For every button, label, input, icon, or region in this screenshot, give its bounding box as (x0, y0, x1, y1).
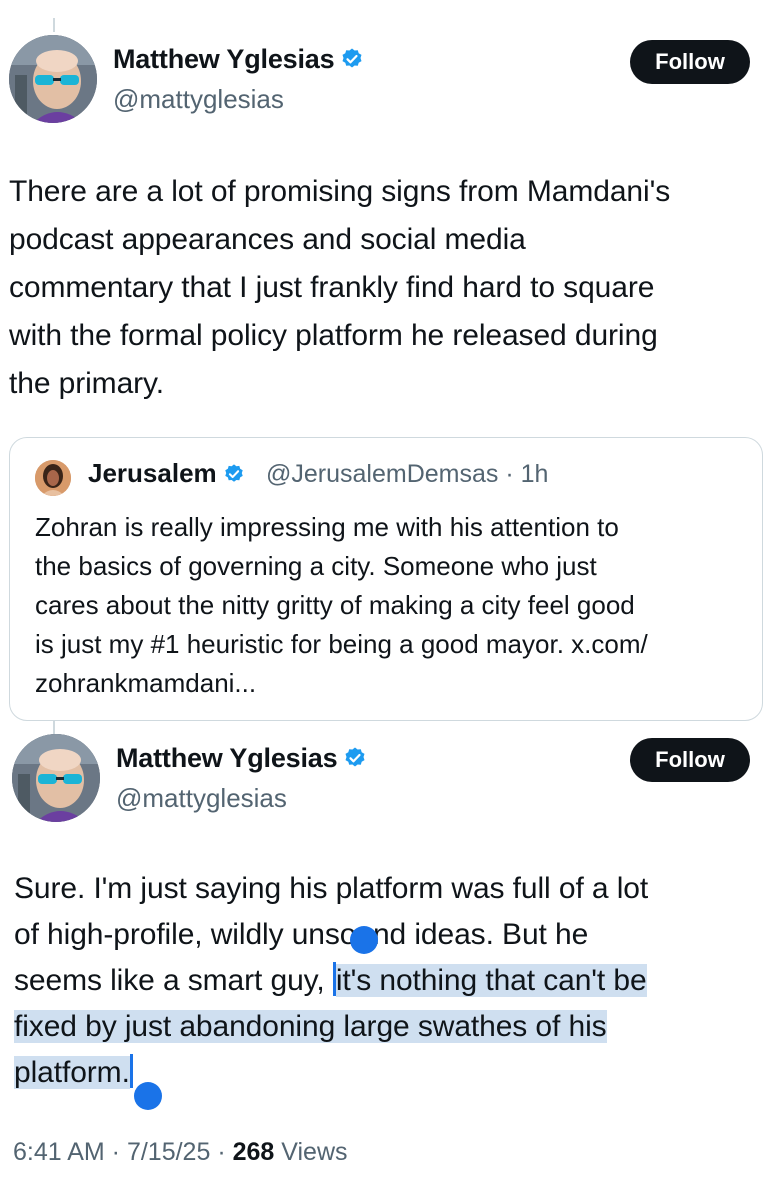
tweet-text-line: with the formal policy platform he relea… (9, 319, 658, 352)
tweet-text-line: commentary that I just frankly find hard… (9, 271, 655, 304)
unselected-text: seems like a smart guy, (14, 964, 333, 997)
quote-text-line: the basics of governing a city. Someone … (35, 551, 597, 581)
tweet-time[interactable]: 6:41 AM (13, 1138, 105, 1166)
tweet-text-line: of high-profile, wildly unsound ideas. B… (14, 918, 589, 951)
quote-author-handle: @JerusalemDemsas · 1h (266, 460, 548, 489)
quote-time: 1h (520, 460, 549, 488)
quote-text-line: cares about the nitty gritty of making a… (35, 590, 635, 620)
selection-start-handle[interactable] (350, 926, 378, 954)
tweet-date[interactable]: 7/15/25 (127, 1138, 210, 1166)
tweet-text-line: Sure. I'm just saying his platform was f… (14, 872, 649, 905)
selection-end-handle[interactable] (134, 1082, 162, 1110)
selected-text: fixed by just abandoning large swathes o… (14, 1010, 607, 1043)
tweet-text-line: the primary. (9, 367, 164, 400)
author-name-text[interactable]: Matthew Yglesias (113, 44, 335, 74)
follow-button[interactable]: Follow (630, 40, 750, 84)
meta-separator: · (210, 1138, 233, 1166)
quote-separator: · (505, 460, 514, 488)
views-count: 268 (232, 1138, 275, 1166)
quote-text-line: zohrankmamdani... (35, 668, 257, 698)
quote-text-line: is just my #1 heuristic for being a good… (35, 629, 648, 659)
quote-author-name: Jerusalem (88, 458, 245, 492)
selection-end-caret[interactable] (129, 1054, 133, 1088)
author-name[interactable]: Matthew Yglesias (113, 44, 364, 78)
verified-badge-icon (343, 746, 367, 777)
thread-line-top (53, 18, 55, 32)
thread-line-middle (53, 721, 55, 735)
tweet-text-line: platform. (14, 1050, 754, 1096)
quote-text: Zohran is really impressing me with his … (35, 508, 745, 703)
quote-avatar (35, 460, 71, 496)
avatar[interactable] (9, 35, 97, 123)
quote-text-line: Zohran is really impressing me with his … (35, 512, 619, 542)
author-name[interactable]: Matthew Yglesias (116, 743, 367, 777)
meta-separator: · (104, 1138, 127, 1166)
verified-badge-icon (340, 47, 364, 78)
tweet-text-line: There are a lot of promising signs from … (9, 175, 671, 208)
avatar[interactable] (12, 734, 100, 822)
verified-badge-icon (223, 461, 245, 492)
tweet-text[interactable]: Sure. I'm just saying his platform was f… (14, 866, 754, 1096)
follow-button[interactable]: Follow (630, 738, 750, 782)
views-label: Views (274, 1138, 348, 1166)
quote-tweet-card[interactable]: Jerusalem @JerusalemDemsas · 1h Zohran i… (9, 437, 763, 721)
author-name-text[interactable]: Matthew Yglesias (116, 743, 338, 773)
selected-text: platform. (14, 1056, 130, 1089)
quote-handle-text: @JerusalemDemsas (266, 460, 499, 488)
quote-author-name-text: Jerusalem (88, 458, 217, 488)
selected-text: it's nothing that can't be (335, 964, 647, 997)
author-handle[interactable]: @mattyglesias (116, 783, 287, 814)
tweet-text-line: fixed by just abandoning large swathes o… (14, 1004, 754, 1050)
tweet-text: There are a lot of promising signs from … (9, 168, 759, 408)
tweet-text-line: podcast appearances and social media (9, 223, 526, 256)
author-handle[interactable]: @mattyglesias (113, 84, 284, 115)
tweet-text-line: seems like a smart guy, it's nothing tha… (14, 958, 754, 1004)
tweet-meta: 6:41 AM · 7/15/25 · 268 Views (13, 1138, 348, 1167)
